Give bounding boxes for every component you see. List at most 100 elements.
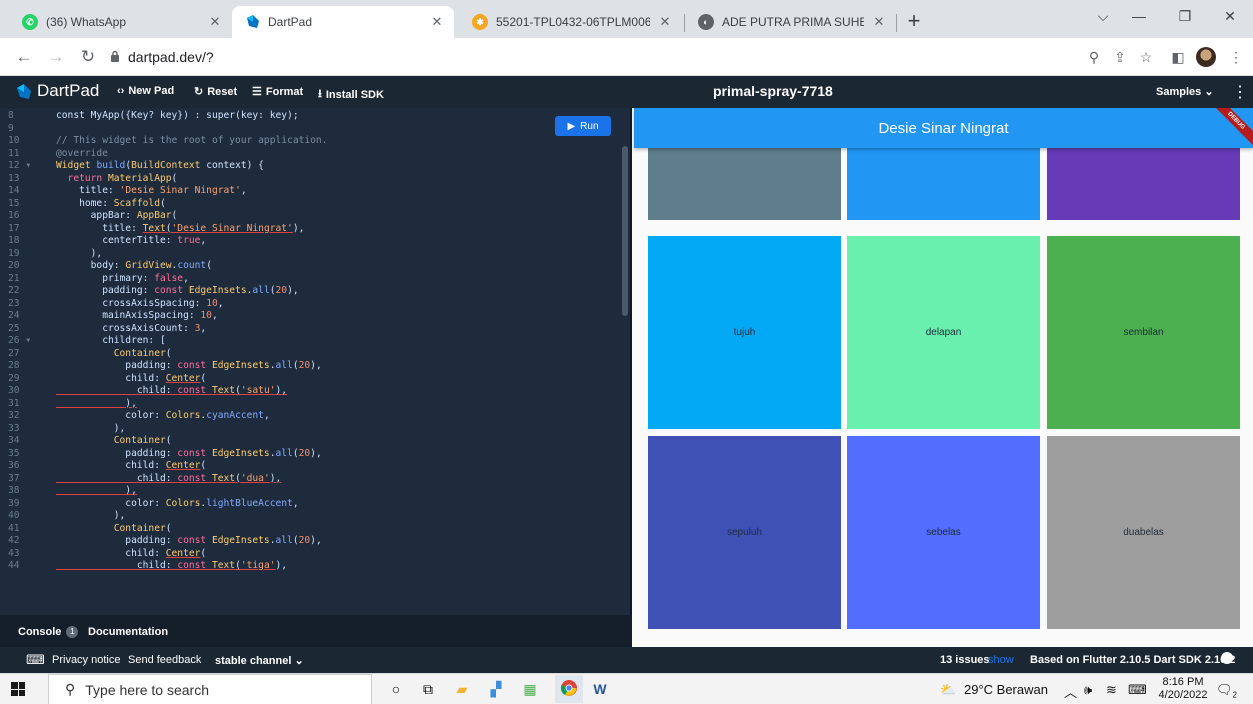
profile-avatar[interactable] (1196, 47, 1216, 67)
code-line: 39 color: Colors.lightBlueAccent, (0, 498, 620, 511)
grid-cell: sembilan (1047, 236, 1240, 429)
code-token: 'Desie Sinar Ningrat' (171, 222, 293, 234)
pad-name: primal-spray-7718 (713, 83, 833, 99)
tab-dartpad[interactable]: DartPad ✕ (232, 6, 454, 38)
close-icon[interactable]: ✕ (430, 14, 444, 30)
install-sdk-button[interactable]: ⭳ Install SDK (318, 85, 384, 104)
keyboard-icon[interactable]: ⌨ (26, 652, 45, 668)
documentation-tab[interactable]: Documentation (88, 626, 168, 638)
zoom-icon[interactable]: ⚲ (1084, 47, 1104, 67)
word-icon[interactable]: W (590, 680, 610, 698)
file-explorer-icon[interactable]: ▰ (452, 680, 472, 698)
chrome-icon[interactable] (555, 675, 583, 703)
volume-icon[interactable]: 🕪 (1084, 682, 1092, 698)
weather-icon[interactable]: ⛅ (940, 682, 956, 698)
code-text: padding: const EdgeInsets.all(20), (56, 285, 299, 298)
code-text: ), (56, 485, 137, 498)
forward-button[interactable]: → (44, 45, 68, 69)
run-button[interactable]: ▶ Run (555, 116, 611, 136)
code-text: child: Center( (56, 373, 206, 386)
reload-button[interactable]: ↻ (76, 45, 100, 69)
line-number: 32 (8, 410, 20, 421)
bookmark-star-icon[interactable]: ☆ (1136, 47, 1156, 67)
code-token: true (177, 235, 201, 246)
back-button[interactable]: ← (12, 45, 36, 69)
code-token: ), (56, 397, 137, 409)
task-view-icon[interactable]: ⧉ (418, 680, 438, 698)
editor-scrollbar[interactable] (622, 146, 628, 316)
code-line: 13 return MaterialApp( (0, 173, 620, 186)
close-icon[interactable]: ✕ (208, 14, 222, 30)
code-text: padding: const EdgeInsets.all(20), (56, 360, 321, 373)
code-token: appBar: (56, 210, 137, 221)
windows-start-icon[interactable] (11, 682, 25, 696)
code-token: ( (165, 435, 172, 446)
close-icon[interactable]: ✕ (872, 14, 886, 30)
code-line: 17 title: Text('Desie Sinar Ningrat'), (0, 223, 620, 236)
cortana-icon[interactable]: ○ (386, 680, 406, 698)
code-line: 21 primary: false, (0, 273, 620, 286)
paint-icon[interactable]: ▞ (486, 680, 506, 698)
close-window-button[interactable]: ✕ (1207, 0, 1253, 32)
line-number: 28 (8, 360, 20, 371)
code-token: , (200, 235, 207, 246)
channel-dropdown[interactable]: stable channel ⌄ (215, 654, 304, 667)
line-number: 15 (8, 197, 20, 209)
code-text: Container( (56, 435, 172, 448)
send-feedback-link[interactable]: Send feedback (128, 654, 201, 666)
code-text: centerTitle: true, (56, 235, 206, 248)
code-token: ), (287, 285, 299, 296)
privacy-notice-link[interactable]: Privacy notice (52, 654, 120, 666)
format-button[interactable]: ☰ Format (252, 85, 303, 99)
info-icon[interactable] (1221, 652, 1233, 664)
dartpad-icon (244, 14, 260, 30)
tab-whatsapp[interactable]: ✆ (36) WhatsApp ✕ (10, 6, 232, 38)
code-token: ( (206, 260, 212, 271)
code-line: 12 ▾ Widget build(BuildContext context) { (0, 160, 620, 173)
reset-button[interactable]: ↻ Reset (194, 85, 238, 99)
reset-label: Reset (207, 85, 238, 98)
address-bar[interactable]: dartpad.dev/? (110, 46, 1060, 68)
taskbar-search-box[interactable]: ⚲ Type here to search (48, 674, 372, 704)
moodle-icon: ✱ (472, 14, 488, 30)
grid-cell-label: sepuluh (726, 527, 763, 538)
console-tab[interactable]: Console 1 (18, 626, 79, 638)
line-number: 10 (8, 135, 20, 146)
play-icon: ▶ (567, 120, 576, 132)
system-clock[interactable]: 8:16 PM 4/20/2022 (1158, 676, 1208, 702)
share-icon[interactable]: ⇪ (1110, 47, 1130, 67)
samples-dropdown[interactable]: Samples ⌄ (1156, 85, 1214, 98)
sdk-version: Based on Flutter 2.10.5 Dart SDK 2.16.2 (1030, 654, 1236, 666)
code-token: EdgeInsets (211, 447, 270, 459)
code-text: ), (56, 398, 137, 411)
browser-menu-icon[interactable]: ⋮ (1226, 47, 1246, 67)
new-tab-button[interactable]: + (902, 10, 926, 34)
code-token: ( (200, 547, 207, 559)
side-panel-icon[interactable]: ◧ (1168, 47, 1188, 67)
code-line: 27 Container( (0, 348, 620, 361)
line-number: 9 (8, 122, 14, 134)
code-text: child: Center( (56, 548, 206, 561)
close-icon[interactable]: ✕ (658, 14, 672, 30)
code-token: cyanAccent (206, 410, 264, 421)
tab-moodle[interactable]: ✱ 55201-TPL0432-06TPLM006-202 ✕ (460, 6, 682, 38)
weather-text[interactable]: 29°C Berawan (964, 682, 1048, 697)
tab-ade-putra[interactable]: ◐ ADE PUTRA PRIMA SUHENDRI, S ✕ (686, 6, 896, 38)
tray-overflow-icon[interactable]: ︿ (1064, 682, 1077, 701)
notification-icon[interactable]: 🗨2 (1216, 682, 1237, 700)
language-icon[interactable]: ⌨ (1128, 682, 1147, 698)
line-number: 11 (8, 147, 20, 159)
more-options-icon[interactable]: ⋮ (1232, 82, 1248, 102)
samples-label: Samples (1156, 86, 1202, 98)
minecraft-icon[interactable]: ▦ (520, 680, 540, 698)
minimize-button[interactable]: — (1116, 0, 1162, 32)
wifi-icon[interactable]: ≋ (1106, 682, 1117, 698)
app-bar: Desie Sinar Ningrat DEBUG (634, 108, 1253, 150)
code-text: const MyApp({Key? key}) : super(key: key… (56, 110, 299, 123)
show-issues-link[interactable]: show (988, 654, 1014, 666)
code-line: 31 ), (0, 398, 620, 411)
code-editor[interactable]: 8 const MyApp({Key? key}) : super(key: ke… (0, 108, 632, 615)
restore-button[interactable]: ❐ (1162, 0, 1208, 32)
new-pad-button[interactable]: ‹› New Pad (117, 85, 174, 97)
code-token: Container (56, 435, 166, 446)
